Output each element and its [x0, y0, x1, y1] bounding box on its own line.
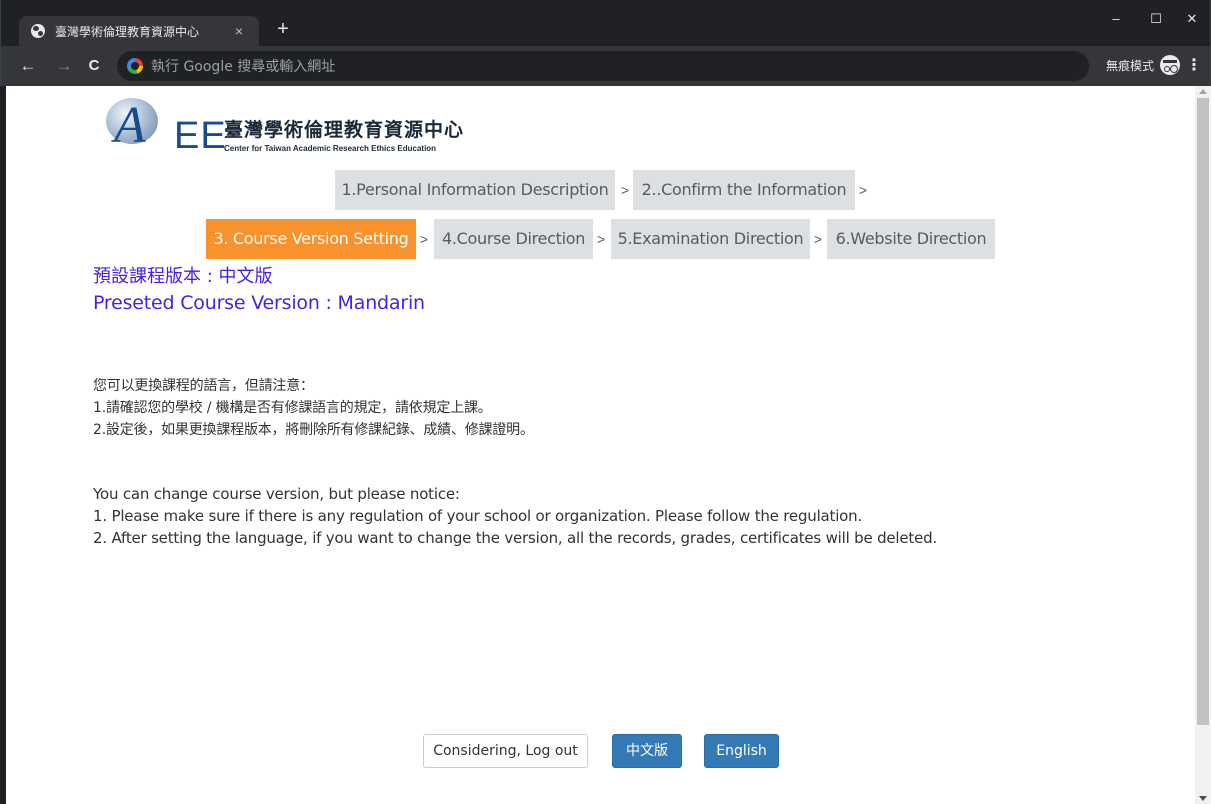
step-course-version-setting: 3. Course Version Setting: [206, 219, 416, 259]
notice-en-intro: You can change course version, but pleas…: [93, 485, 460, 503]
address-placeholder: 執行 Google 搜尋或輸入網址: [151, 59, 336, 75]
logo-name-zh: 臺灣學術倫理教育資源中心: [224, 119, 465, 141]
browser-tab[interactable]: 臺灣學術倫理教育資源中心 ×: [19, 16, 259, 46]
step-separator: >: [419, 231, 429, 247]
forward-icon[interactable]: →: [53, 55, 75, 77]
incognito-indicator[interactable]: 無痕模式: [1106, 55, 1180, 75]
scroll-up-arrow-icon[interactable]: [1199, 89, 1207, 94]
step-personal-information: 1.Personal Information Description: [335, 170, 615, 210]
google-icon: [127, 58, 143, 74]
scroll-thumb[interactable]: [1197, 98, 1209, 725]
chinese-version-button[interactable]: 中文版: [612, 734, 682, 768]
notice-en-item-2: 2. After setting the language, if you wa…: [93, 529, 938, 547]
step-website-direction: 6.Website Direction: [827, 219, 995, 259]
browser-toolbar: ← → C 執行 Google 搜尋或輸入網址 無痕模式 ⋮: [1, 46, 1210, 86]
new-tab-button[interactable]: +: [271, 17, 295, 41]
close-window-icon[interactable]: ✕: [1177, 8, 1207, 30]
step-separator: >: [858, 182, 868, 198]
preset-version-zh: 預設課程版本 : 中文版: [93, 266, 273, 287]
window-edge: [0, 86, 6, 804]
close-tab-icon[interactable]: ×: [229, 23, 249, 39]
step-examination-direction: 5.Examination Direction: [611, 219, 810, 259]
step-separator: >: [813, 231, 823, 247]
address-bar[interactable]: 執行 Google 搜尋或輸入網址: [117, 51, 1089, 81]
maximize-icon[interactable]: ☐: [1141, 8, 1171, 30]
minimize-icon[interactable]: –: [1101, 8, 1131, 30]
scroll-down-arrow-icon[interactable]: [1199, 796, 1207, 801]
back-icon[interactable]: ←: [17, 55, 39, 77]
browser-menu-icon[interactable]: ⋮: [1186, 55, 1202, 75]
logout-button[interactable]: Considering, Log out: [423, 734, 588, 768]
logo-name-en: Center for Taiwan Academic Research Ethi…: [224, 144, 437, 153]
notice-zh-intro: 您可以更換課程的語言，但請注意：: [93, 378, 314, 394]
notice-zh-item-1: 1.請確認您的學校 / 機構是否有修課語言的規定，請依規定上課。: [93, 400, 492, 416]
notice-en-item-1: 1. Please make sure if there is any regu…: [93, 507, 863, 525]
notice-zh-item-2: 2.設定後，如果更換課程版本，將刪除所有修課紀錄、成績、修課證明。: [93, 422, 534, 438]
logo-mark-ee: EE: [174, 115, 227, 157]
preset-version-en: Preseted Course Version : Mandarin: [93, 292, 425, 314]
incognito-label: 無痕模式: [1105, 58, 1154, 73]
browser-chrome: 臺灣學術倫理教育資源中心 × + – ☐ ✕ ← → C 執行 Google 搜…: [0, 0, 1211, 86]
step-separator: >: [596, 231, 606, 247]
reload-icon[interactable]: C: [83, 55, 105, 77]
english-version-button[interactable]: English: [704, 734, 779, 768]
globe-icon: [31, 24, 45, 38]
step-confirm-information: 2..Confirm the Information: [633, 170, 855, 210]
logo-mark: A: [114, 97, 146, 154]
aree-logo[interactable]: A EE 臺灣學術倫理教育資源中心 Center for Taiwan Acad…: [100, 96, 480, 158]
step-course-direction: 4.Course Direction: [434, 219, 593, 259]
incognito-icon: [1160, 55, 1180, 75]
page-scrollbar[interactable]: [1195, 86, 1211, 804]
tab-title: 臺灣學術倫理教育資源中心: [55, 24, 200, 39]
step-separator: >: [620, 182, 630, 198]
